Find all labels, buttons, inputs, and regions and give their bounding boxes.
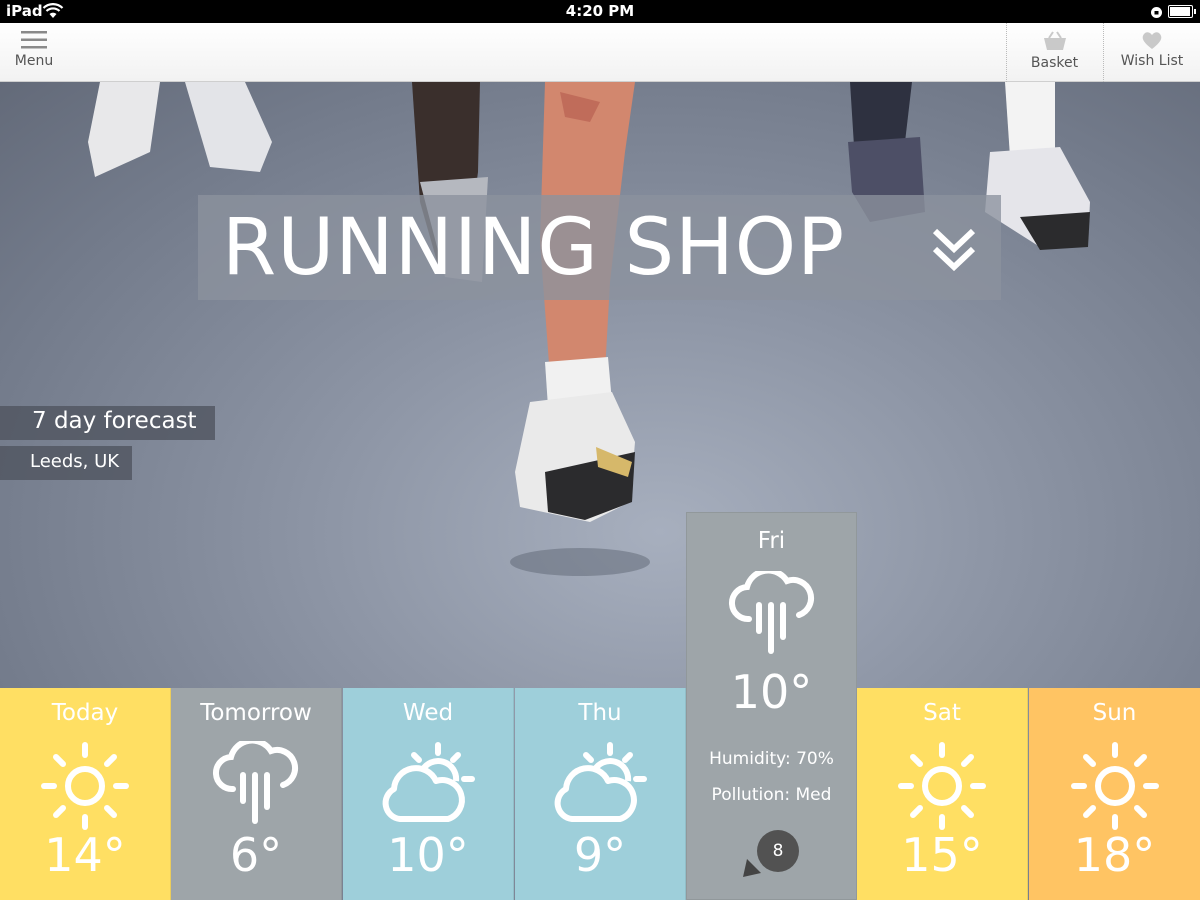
forecast-tile-tomorrow[interactable]: Tomorrow 6° (171, 688, 342, 900)
forecast-tile-wed[interactable]: Wed 10° (343, 688, 514, 900)
rain-cloud-icon (171, 741, 341, 831)
day-label: Fri (757, 528, 786, 554)
forecast-tile-thu[interactable]: Thu 9° (515, 688, 686, 900)
wind-indicator: 8 (741, 829, 811, 879)
wish-list-label: Wish List (1120, 53, 1184, 69)
top-nav-bar: Menu Basket Wish List (0, 23, 1200, 82)
forecast-tile-sat[interactable]: Sat 15° (857, 688, 1028, 900)
day-label: Sat (923, 700, 961, 726)
sun-icon (0, 741, 170, 831)
forecast-tile-today[interactable]: Today 14° (0, 688, 171, 900)
temperature: 9° (573, 828, 627, 882)
pollution-text: Pollution: Med (711, 785, 832, 805)
basket-button[interactable]: Basket (1006, 23, 1102, 82)
basket-icon (1043, 31, 1066, 50)
humidity-text: Humidity: 70% (709, 749, 834, 769)
sun-icon (1029, 741, 1200, 831)
basket-label: Basket (1030, 55, 1079, 71)
forecast-tile-sun[interactable]: Sun 18° (1029, 688, 1200, 900)
page-title: RUNNING SHOP (222, 203, 846, 293)
menu-label: Menu (14, 53, 54, 69)
partly-cloudy-icon (343, 741, 513, 831)
status-bar: iPad 4:20 PM (0, 0, 1200, 23)
temperature: 6° (229, 828, 283, 882)
forecast-heading: 7 day forecast (0, 406, 215, 440)
status-time: 4:20 PM (565, 2, 635, 20)
rotation-lock-icon (1150, 4, 1163, 23)
menu-button[interactable]: Menu (0, 23, 68, 82)
forecast-tile-fri-expanded[interactable]: Fri 10° Humidity: 70% Pollution: Med 8 (686, 512, 857, 900)
shop-title-banner[interactable]: RUNNING SHOP (198, 195, 1001, 300)
temperature: 10° (730, 665, 813, 719)
double-chevron-down-icon[interactable] (931, 225, 977, 275)
sun-icon (857, 741, 1027, 831)
day-label: Thu (578, 700, 622, 726)
rain-cloud-icon (687, 571, 856, 661)
partly-cloudy-icon (515, 741, 685, 831)
heart-icon (1142, 32, 1162, 49)
wish-list-button[interactable]: Wish List (1103, 23, 1200, 82)
temperature: 10° (387, 828, 469, 882)
wind-speed-badge: 8 (757, 830, 799, 872)
day-label: Today (51, 700, 119, 726)
day-label: Sun (1092, 700, 1137, 726)
hamburger-icon (21, 31, 47, 49)
temperature: 18° (1073, 828, 1156, 882)
day-label: Tomorrow (200, 700, 312, 726)
temperature: 15° (901, 828, 983, 882)
battery-icon (1168, 5, 1196, 18)
day-label: Wed (402, 700, 454, 726)
location-label[interactable]: Leeds, UK (0, 446, 132, 480)
temperature: 14° (44, 828, 126, 882)
